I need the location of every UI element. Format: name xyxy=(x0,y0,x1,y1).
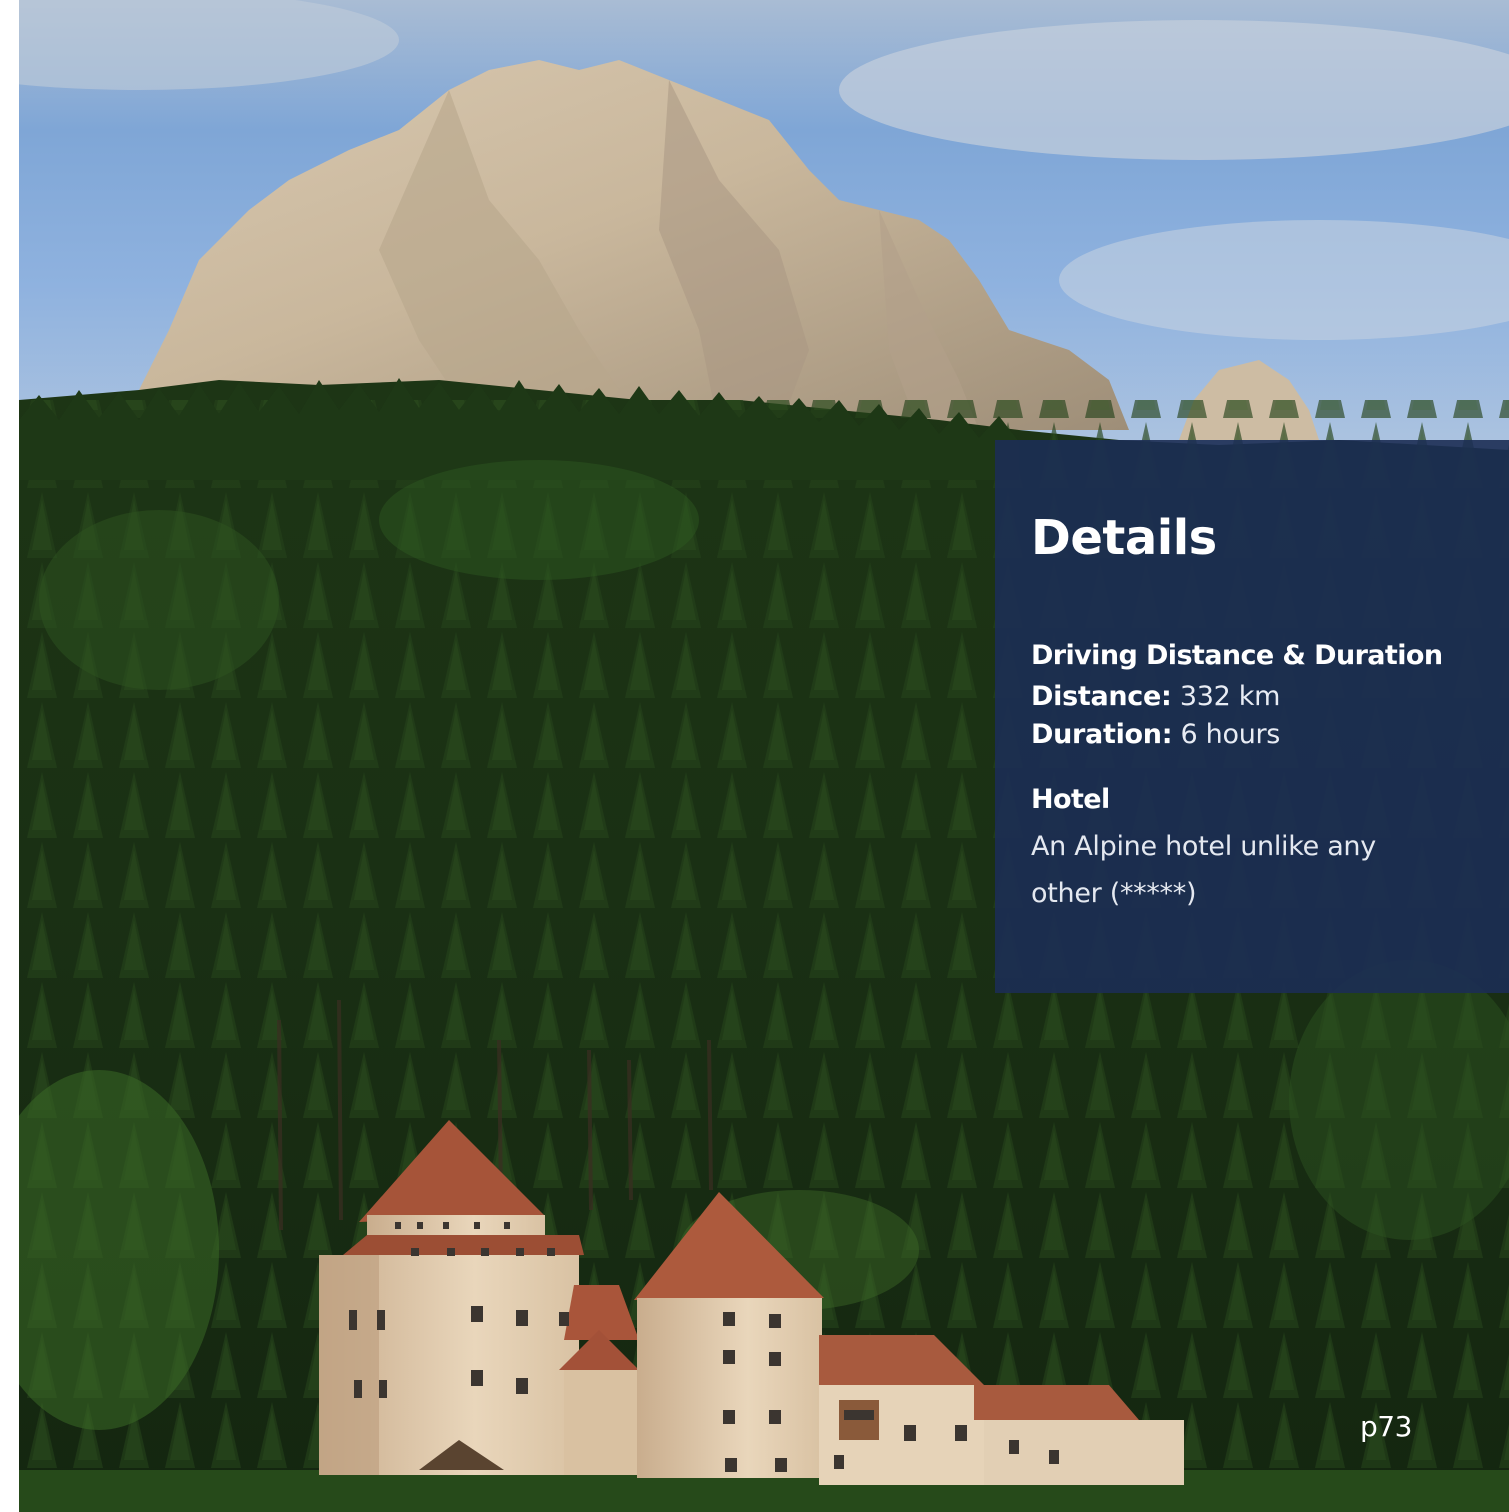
distance-label: Distance: xyxy=(1031,681,1172,713)
hotel-description: An Alpine hotel unlike any other (*****) xyxy=(1031,830,1376,909)
brochure-page: Details Driving Distance & Duration Dist… xyxy=(0,0,1509,1512)
driving-distance-heading: Driving Distance & Duration xyxy=(1031,640,1443,671)
distance-value: 332 km xyxy=(1179,681,1281,713)
distance-row: Distance: 332 km xyxy=(1031,678,1489,716)
hotel-heading: Hotel xyxy=(1031,784,1110,816)
page-margin xyxy=(0,0,19,1512)
duration-value: 6 hours xyxy=(1180,719,1281,751)
page-number: p73 xyxy=(1360,1410,1412,1443)
details-panel: Details Driving Distance & Duration Dist… xyxy=(995,440,1509,993)
duration-label: Duration: xyxy=(1031,719,1173,751)
duration-row: Duration: 6 hours xyxy=(1031,716,1489,754)
details-title: Details xyxy=(1031,510,1217,566)
